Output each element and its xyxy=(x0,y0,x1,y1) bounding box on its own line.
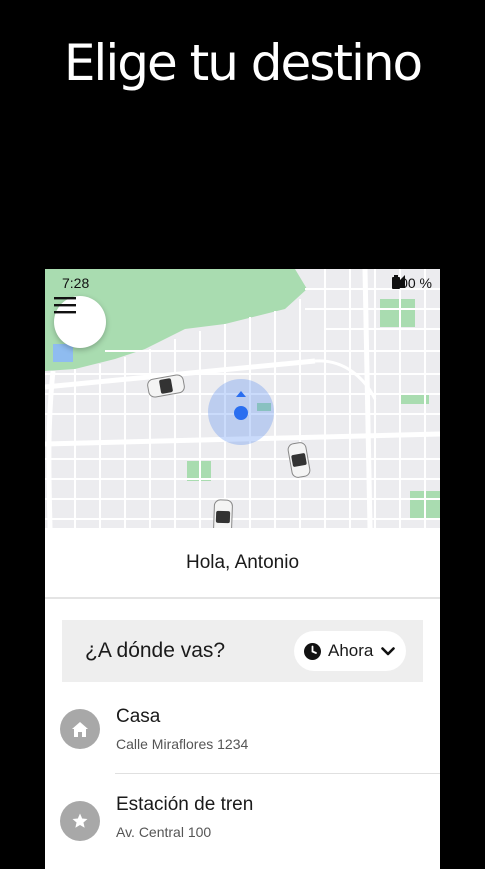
saved-place-home[interactable]: Casa Calle Miraflores 1234 xyxy=(45,689,440,777)
home-icon xyxy=(60,709,100,749)
saved-place-train-station[interactable]: Estación de tren Av. Central 100 xyxy=(45,777,440,865)
map-view[interactable]: 7:28 100 % xyxy=(45,269,440,528)
star-icon xyxy=(60,801,100,841)
saved-place-name: Casa xyxy=(116,706,161,727)
greeting-section: Hola, Antonio xyxy=(45,528,440,599)
status-bar: 7:28 100 % xyxy=(45,269,440,297)
saved-place-address: Av. Central 100 xyxy=(116,824,212,840)
clock-icon xyxy=(304,642,321,660)
promo-headline: Elige tu destino xyxy=(63,34,423,92)
greeting-text: Hola, Antonio xyxy=(185,551,300,573)
car-icon xyxy=(213,499,233,528)
destination-search[interactable]: ¿A dónde vas? Ahora xyxy=(62,620,423,682)
search-prompt: ¿A dónde vas? xyxy=(85,639,226,662)
schedule-time-button[interactable]: Ahora xyxy=(294,631,406,671)
battery-icon xyxy=(392,275,401,289)
map-canvas xyxy=(45,269,440,528)
schedule-time-label: Ahora xyxy=(328,641,374,660)
list-divider xyxy=(115,773,440,774)
location-marker-icon xyxy=(234,406,248,420)
saved-place-name: Estación de tren xyxy=(116,794,254,815)
park-area xyxy=(380,299,415,327)
status-time: 7:28 xyxy=(62,275,90,291)
saved-place-address: Calle Miraflores 1234 xyxy=(116,736,249,752)
menu-button[interactable] xyxy=(54,296,106,348)
car-icon xyxy=(287,442,311,478)
chevron-down-icon xyxy=(381,646,396,655)
phone-screen: 7:28 100 % Hola, Antonio ¿A dónde vas? A… xyxy=(45,269,440,869)
water-area xyxy=(53,344,73,362)
menu-icon xyxy=(54,297,76,314)
